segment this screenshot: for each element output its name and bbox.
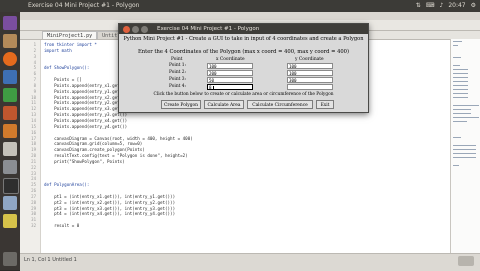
impress-icon[interactable] <box>3 106 17 120</box>
minimap-line <box>453 81 468 82</box>
point-2-label: Point 2: <box>169 70 187 75</box>
code-line[interactable]: resultText.config(text = "Polygon is don… <box>44 153 193 159</box>
keyboard-icon[interactable]: ⌨ <box>426 2 435 9</box>
dialog-subheading: Enter the 4 Coordinates of the Polygon (… <box>137 49 349 55</box>
launcher <box>0 12 20 270</box>
settings-icon[interactable]: ⚙ <box>471 2 476 9</box>
minimap-line <box>453 157 477 158</box>
dialog-heading: Python Mini Project #1 - Create a GUI to… <box>123 36 364 42</box>
column-header-point: Point <box>171 57 183 62</box>
point-3-x-input[interactable]: 50 <box>207 77 253 83</box>
minimap-line <box>453 149 477 150</box>
point-2-x-input[interactable]: 200 <box>207 70 253 76</box>
instruction-text: Click the button below to create or calc… <box>153 92 334 97</box>
minimap[interactable] <box>450 39 480 253</box>
point-4-y-input[interactable] <box>287 84 333 90</box>
clock[interactable]: 20:47 <box>448 2 465 9</box>
settings-app-icon[interactable] <box>3 160 17 174</box>
minimap-line <box>453 93 468 94</box>
text-caret <box>212 86 214 90</box>
minimap-line <box>453 89 468 90</box>
writer-icon[interactable] <box>3 70 17 84</box>
dialog-titlebar[interactable]: Exercise 04 Mini Project #1 - Polygon <box>119 24 368 34</box>
point-2-y-input[interactable]: 100 <box>287 70 333 76</box>
window-title: Exercise 04 Mini Project #1 - Polygon <box>28 2 140 9</box>
minimap-line <box>453 145 477 146</box>
minimap-line <box>453 97 468 98</box>
firefox-icon[interactable] <box>3 52 17 66</box>
software-center-icon[interactable] <box>3 124 17 138</box>
point-4-x-value: 8 <box>209 85 212 90</box>
network-icon[interactable]: ⇅ <box>416 2 421 9</box>
minimap-line <box>453 153 477 154</box>
minimap-line <box>453 165 460 166</box>
code-line[interactable]: result = 0 <box>44 223 193 229</box>
minimap-line <box>453 109 471 110</box>
status-bar: Ln 1, Col 1 Untitled 1 <box>20 253 480 271</box>
system-tray: ⇅ ⌨ ♪ 20:47 ⚙ <box>416 2 476 9</box>
column-header-x: x Coordinate <box>216 57 245 62</box>
calculate-area-button[interactable]: Calculate Area <box>204 100 244 109</box>
cursor-position: Ln 1, Col 1 Untitled 1 <box>24 257 77 263</box>
maximize-icon[interactable] <box>141 26 148 33</box>
dash-icon[interactable] <box>3 16 17 30</box>
minimap-line <box>453 57 462 58</box>
amazon-icon[interactable] <box>3 142 17 156</box>
minimap-line <box>453 69 468 70</box>
code-line[interactable]: pt1 = (int(entry_x1.get()), int(entry_y1… <box>44 194 193 200</box>
dialog-title: Exercise 04 Mini Project #1 - Polygon <box>157 26 260 32</box>
minimap-line <box>453 65 460 66</box>
minimap-line <box>453 121 468 122</box>
trash-icon[interactable] <box>3 252 17 266</box>
terminal-icon[interactable] <box>3 178 19 194</box>
calc-icon[interactable] <box>3 88 17 102</box>
minimap-line <box>453 77 468 78</box>
files-icon[interactable] <box>3 34 17 48</box>
line-numbers: 1 2 3 4 5 6 7 8 9 10 11 12 13 14 15 16 1… <box>31 42 36 229</box>
create-polygon-button[interactable]: Create Polygon <box>161 100 201 109</box>
editor-icon[interactable] <box>3 196 17 210</box>
minimap-line <box>453 73 468 74</box>
point-4-x-input[interactable]: 8 <box>207 84 253 90</box>
python-icon[interactable] <box>3 214 17 228</box>
volume-icon[interactable]: ♪ <box>439 2 443 9</box>
minimap-line <box>453 137 462 138</box>
minimap-lines <box>453 41 479 169</box>
point-3-label: Point 3: <box>169 77 187 82</box>
minimap-line <box>453 105 479 106</box>
point-1-y-input[interactable]: 100 <box>287 63 333 69</box>
point-1-x-input[interactable]: 100 <box>207 63 253 69</box>
minimap-line <box>453 117 479 118</box>
point-3-y-input[interactable]: 300 <box>287 77 333 83</box>
minimap-line <box>453 41 463 42</box>
exit-button[interactable]: Exit <box>316 100 334 109</box>
column-header-y: y Coordinate <box>295 57 324 62</box>
minimap-line <box>453 45 458 46</box>
point-1-label: Point 1: <box>169 63 187 68</box>
tab-miniproject[interactable]: MiniProject1.py <box>42 31 98 39</box>
polygon-dialog: Exercise 04 Mini Project #1 - Polygon Py… <box>118 23 369 113</box>
minimize-icon[interactable] <box>132 26 139 33</box>
code-line[interactable]: pt4 = (int(entry_x4.get()), int(entry_y4… <box>44 211 193 217</box>
minimap-line <box>453 113 471 114</box>
menu-bar <box>20 12 480 20</box>
code-line[interactable]: pt2 = (int(entry_x2.get()), int(entry_y2… <box>44 200 193 206</box>
fullscreen-button[interactable] <box>458 256 474 266</box>
calculate-circumference-button[interactable]: Calculate Circumference <box>247 100 313 109</box>
minimap-line <box>453 85 468 86</box>
top-panel: Exercise 04 Mini Project #1 - Polygon ⇅ … <box>0 0 480 12</box>
close-icon[interactable] <box>123 26 130 33</box>
point-4-label: Point 4: <box>169 84 187 89</box>
